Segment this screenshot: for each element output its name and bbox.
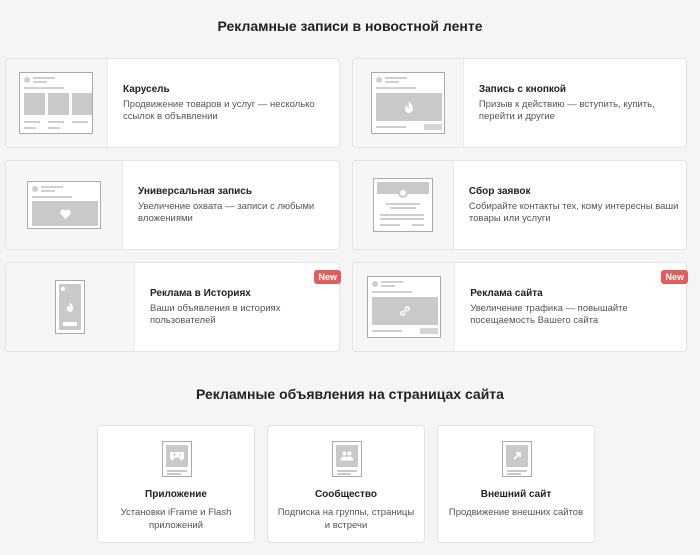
site-format-description: Установки iFrame и Flash приложений bbox=[120, 507, 232, 531]
format-description: Увеличение трафика — повышайте посещаемо… bbox=[470, 302, 628, 326]
format-description: Собирайте контакты тех, кому интересны в… bbox=[468, 200, 679, 224]
format-card-site-ad[interactable]: Реклама сайта Увеличение трафика — повыш… bbox=[352, 262, 688, 352]
format-title: Реклама сайта bbox=[470, 287, 543, 299]
site-format-title: Приложение bbox=[145, 489, 207, 500]
external-link-icon bbox=[502, 441, 532, 477]
stories-preview-icon bbox=[6, 263, 136, 351]
format-title: Реклама в Историях bbox=[150, 287, 251, 299]
site-format-card-community[interactable]: Сообщество Подписка на группы, страницы … bbox=[267, 425, 425, 543]
site-format-title: Внешний сайт bbox=[480, 489, 552, 500]
site-ad-preview-icon bbox=[353, 263, 456, 351]
format-title: Запись с кнопкой bbox=[478, 83, 566, 95]
section-title-site-pages: Рекламные объявления на страницах сайта bbox=[196, 386, 504, 402]
format-card-button-post[interactable]: Запись с кнопкой Призыв к действию — вст… bbox=[352, 58, 687, 148]
format-description: Ваши объявления в историях пользователей bbox=[150, 302, 281, 326]
carousel-preview-icon bbox=[6, 59, 108, 147]
site-format-description: Подписка на группы, страницы и встречи bbox=[277, 507, 415, 531]
gamepad-icon bbox=[162, 441, 192, 477]
lead-form-preview-icon bbox=[353, 161, 454, 249]
site-format-card-external-site[interactable]: Внешний сайт Продвижение внешних сайтов bbox=[437, 425, 595, 543]
site-format-description: Продвижение внешних сайтов bbox=[448, 507, 584, 518]
site-format-card-app[interactable]: Приложение Установки iFrame и Flash прил… bbox=[97, 425, 255, 543]
format-card-carousel[interactable]: Карусель Продвижение товаров и услуг — н… bbox=[5, 58, 340, 148]
format-title: Карусель bbox=[122, 83, 170, 95]
format-card-lead-form[interactable]: Сбор заявок Собирайте контакты тех, кому… bbox=[352, 160, 687, 250]
format-card-stories[interactable]: Реклама в Историях Ваши объявления в ист… bbox=[5, 262, 341, 352]
format-title: Сбор заявок bbox=[468, 185, 531, 197]
site-format-title: Сообщество bbox=[314, 489, 378, 500]
community-icon bbox=[332, 441, 362, 477]
format-card-universal-post[interactable]: Универсальная запись Увеличение охвата —… bbox=[5, 160, 340, 250]
new-badge: New bbox=[314, 270, 341, 284]
format-description: Увеличение охвата — записи с любыми влож… bbox=[138, 200, 315, 224]
section-title-newsfeed: Рекламные записи в новостной ленте bbox=[217, 18, 483, 34]
format-description: Продвижение товаров и услуг — несколько … bbox=[122, 98, 315, 122]
format-description: Призыв к действию — вступить, купить, пе… bbox=[478, 98, 655, 122]
button-post-preview-icon bbox=[353, 59, 464, 147]
universal-post-preview-icon bbox=[6, 161, 123, 249]
new-badge: New bbox=[661, 270, 688, 284]
format-title: Универсальная запись bbox=[138, 185, 252, 197]
